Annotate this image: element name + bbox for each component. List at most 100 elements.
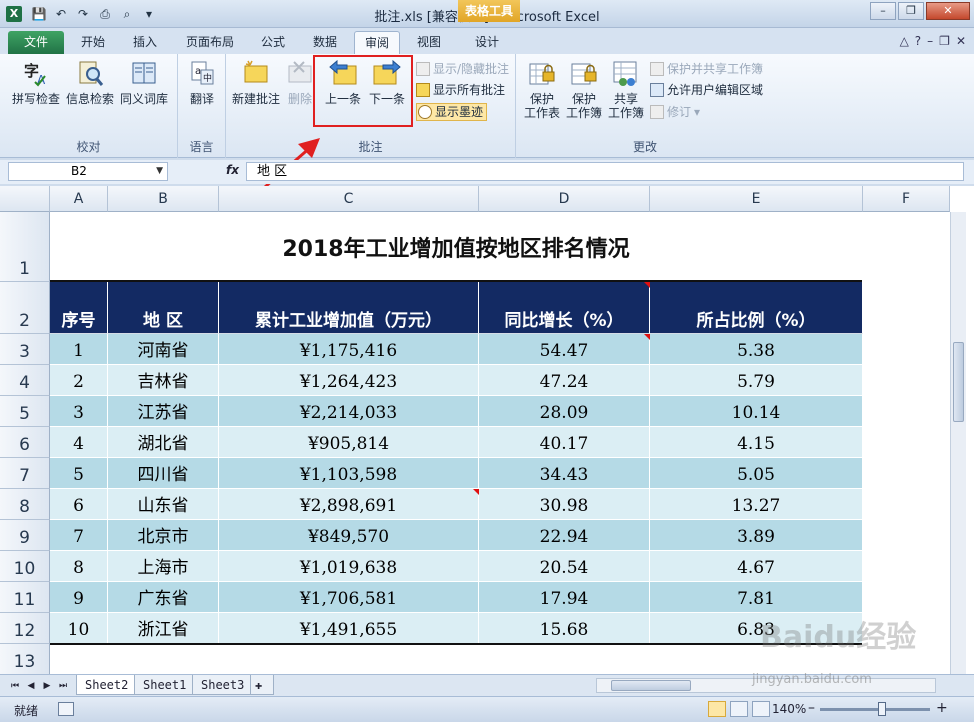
column-header-c[interactable]: C	[219, 186, 479, 212]
restore-button[interactable]: ❐	[898, 2, 924, 20]
tab-data[interactable]: 数据	[304, 31, 346, 54]
minimize-ribbon-icon[interactable]: △	[900, 34, 909, 48]
row-header[interactable]: 5	[0, 396, 50, 427]
help-icon[interactable]: ?	[915, 34, 921, 48]
protect-sheet-button[interactable]: 保护 工作表	[520, 58, 564, 120]
cell-share[interactable]: 4.15	[650, 427, 863, 458]
cell-cumulative[interactable]: ¥905,814	[219, 427, 479, 458]
header-cell-region[interactable]: 地 区	[108, 282, 219, 334]
cell-index[interactable]: 2	[50, 365, 108, 396]
header-cell-growth[interactable]: 同比增长（%）	[479, 282, 650, 334]
chevron-down-icon[interactable]: ▼	[156, 163, 163, 180]
cell-growth[interactable]: 28.09	[479, 396, 650, 427]
vertical-scroll-thumb[interactable]	[953, 342, 964, 422]
next-sheet-icon[interactable]: ▶	[40, 679, 54, 693]
tab-insert[interactable]: 插入	[124, 31, 166, 54]
cell-share[interactable]: 3.89	[650, 520, 863, 551]
allow-users-edit-ranges-button[interactable]: 允许用户编辑区域	[650, 81, 763, 99]
cell-region[interactable]: 广东省	[108, 582, 219, 613]
row-header[interactable]: 6	[0, 427, 50, 458]
zoom-slider-knob[interactable]	[878, 702, 886, 716]
cell-share[interactable]: 5.79	[650, 365, 863, 396]
sheet-tab-sheet2[interactable]: Sheet2	[76, 675, 138, 695]
cell-growth[interactable]: 15.68	[479, 613, 650, 644]
cell-cumulative[interactable]: ¥1,706,581	[219, 582, 479, 613]
cell-growth[interactable]: 22.94	[479, 520, 650, 551]
show-ink-button[interactable]: 显示墨迹	[416, 103, 488, 121]
comment-indicator[interactable]	[644, 334, 650, 340]
spell-check-button[interactable]: 字A 拼写检查	[10, 58, 62, 106]
comment-indicator[interactable]	[644, 282, 650, 288]
cell-growth[interactable]: 17.94	[479, 582, 650, 613]
cell-share[interactable]: 10.14	[650, 396, 863, 427]
cell-share[interactable]: 7.81	[650, 582, 863, 613]
insert-function-icon[interactable]: fx	[226, 163, 239, 177]
table-title[interactable]: 2018年工业增加值按地区排名情况	[50, 212, 862, 282]
cell-region[interactable]: 浙江省	[108, 613, 219, 644]
cell-growth[interactable]: 30.98	[479, 489, 650, 520]
cell-share[interactable]: 13.27	[650, 489, 863, 520]
cell-growth[interactable]: 34.43	[479, 458, 650, 489]
zoom-in-icon[interactable]: +	[936, 700, 948, 716]
cell-cumulative[interactable]: ¥2,214,033	[219, 396, 479, 427]
sheet-tab-sheet3[interactable]: Sheet3	[192, 675, 254, 695]
row-header[interactable]: 8	[0, 489, 50, 520]
protect-workbook-button[interactable]: 保护 工作簿	[562, 58, 606, 120]
cell-region[interactable]: 湖北省	[108, 427, 219, 458]
cell-growth[interactable]: 47.24	[479, 365, 650, 396]
formula-input[interactable]: 地 区	[246, 162, 964, 181]
cell-index[interactable]: 6	[50, 489, 108, 520]
cell-index[interactable]: 4	[50, 427, 108, 458]
row-header[interactable]: 12	[0, 613, 50, 644]
row-header[interactable]: 4	[0, 365, 50, 396]
minimize-button[interactable]: –	[870, 2, 896, 20]
cell-index[interactable]: 8	[50, 551, 108, 582]
cell-cumulative[interactable]: ¥1,103,598	[219, 458, 479, 489]
cell-region[interactable]: 四川省	[108, 458, 219, 489]
cell-cumulative[interactable]: ¥1,175,416	[219, 334, 479, 365]
row-header[interactable]: 7	[0, 458, 50, 489]
column-header-b[interactable]: B	[108, 186, 219, 212]
protect-share-workbook-button[interactable]: 保护并共享工作簿	[650, 60, 763, 78]
cell-region[interactable]: 山东省	[108, 489, 219, 520]
page-layout-view-button[interactable]	[730, 701, 748, 717]
row-header[interactable]: 1	[0, 212, 50, 282]
tab-review[interactable]: 审阅	[354, 31, 400, 54]
zoom-level[interactable]: 140%	[772, 702, 806, 716]
cell-growth[interactable]: 54.47	[479, 334, 650, 365]
cell-region[interactable]: 河南省	[108, 334, 219, 365]
comment-indicator[interactable]	[473, 489, 479, 495]
sheet-tab-sheet1[interactable]: Sheet1	[134, 675, 196, 695]
tab-file[interactable]: 文件	[8, 31, 64, 54]
first-sheet-icon[interactable]: ⏮	[8, 679, 22, 693]
page-break-view-button[interactable]	[752, 701, 770, 717]
show-all-comments-button[interactable]: 显示所有批注	[416, 81, 505, 99]
cell-share[interactable]: 5.05	[650, 458, 863, 489]
cell-index[interactable]: 5	[50, 458, 108, 489]
cell-region[interactable]: 江苏省	[108, 396, 219, 427]
row-header[interactable]: 9	[0, 520, 50, 551]
normal-view-button[interactable]	[708, 701, 726, 717]
macro-record-icon[interactable]	[58, 702, 74, 716]
cell-growth[interactable]: 20.54	[479, 551, 650, 582]
cell-cumulative[interactable]: ¥849,570	[219, 520, 479, 551]
header-cell-index[interactable]: 序号	[50, 282, 108, 334]
row-header[interactable]: 3	[0, 334, 50, 365]
tab-formulas[interactable]: 公式	[252, 31, 294, 54]
show-hide-comment-button[interactable]: 显示/隐藏批注	[416, 60, 509, 78]
doc-minimize-icon[interactable]: –	[927, 34, 933, 48]
column-header-f[interactable]: F	[863, 186, 950, 212]
close-button[interactable]: ✕	[926, 2, 970, 20]
doc-restore-icon[interactable]: ❐	[939, 34, 950, 48]
new-comment-button[interactable]: 新建批注	[230, 58, 282, 106]
column-header-e[interactable]: E	[650, 186, 863, 212]
cell-index[interactable]: 3	[50, 396, 108, 427]
cell-share[interactable]: 4.67	[650, 551, 863, 582]
share-workbook-button[interactable]: 共享 工作簿	[604, 58, 648, 120]
doc-close-icon[interactable]: ✕	[956, 34, 966, 48]
last-sheet-icon[interactable]: ⏭	[56, 679, 70, 693]
translate-button[interactable]: a中 翻译	[176, 58, 228, 106]
row-header[interactable]: 10	[0, 551, 50, 582]
column-header-d[interactable]: D	[479, 186, 650, 212]
tab-design[interactable]: 设计	[466, 31, 508, 54]
